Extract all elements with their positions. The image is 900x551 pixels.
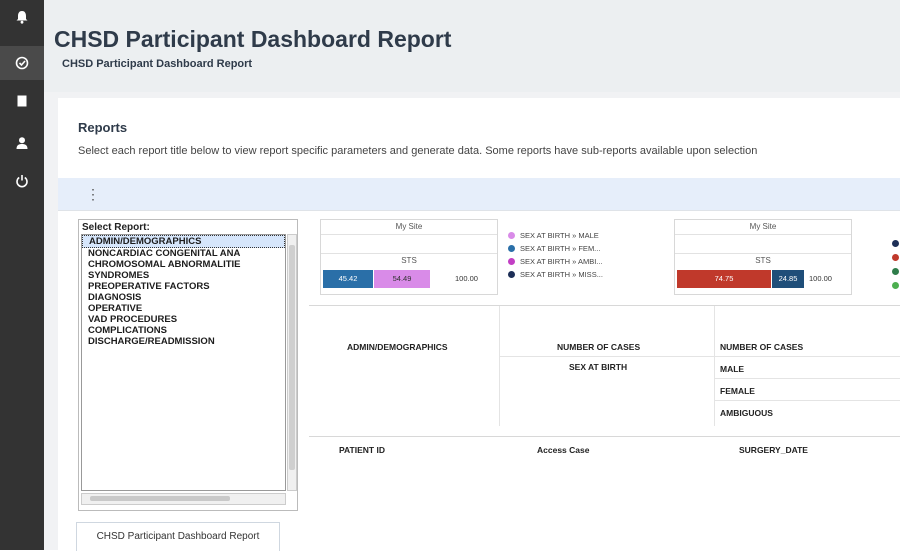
column-header[interactable]: PATIENT ID (339, 445, 385, 455)
page-subtitle: CHSD Participant Dashboard Report (62, 58, 253, 70)
table-divider (714, 378, 900, 379)
column-header[interactable]: Access Case (537, 445, 589, 455)
chart-blank-row (675, 235, 851, 254)
chart-legend: SEX AT BIRTH » MALE SEX AT BIRTH » FEM..… (508, 229, 663, 281)
legend-item: SEX AT BIRTH » FEM... (508, 242, 663, 255)
sts-label: STS (401, 256, 417, 265)
table-header: NUMBER OF CASES (720, 342, 804, 352)
sts-label: STS (755, 256, 771, 265)
legend-dot (892, 282, 899, 289)
tab-dashboard-report[interactable]: CHSD Participant Dashboard Report (76, 522, 280, 551)
column-header[interactable]: SURGERY_DATE (739, 445, 808, 455)
legend-label: SEX AT BIRTH » AMBI... (520, 257, 603, 266)
legend-dot (508, 245, 515, 252)
report-content: Select Report: ADMIN/DEMOGRAPHICS NONCAR… (58, 210, 900, 551)
legend-dot (508, 271, 515, 278)
my-site-label: My Site (675, 220, 851, 235)
table-cell: FEMALE (720, 386, 755, 396)
legend-dot (508, 232, 515, 239)
report-item[interactable]: CHROMOSOMAL ABNORMALITIE (82, 259, 285, 270)
legend-label: SEX AT BIRTH » MISS... (520, 270, 603, 279)
table-cell: MALE (720, 364, 745, 374)
report-listbox[interactable]: ADMIN/DEMOGRAPHICS NONCARDIAC CONGENITAL… (81, 234, 286, 491)
reports-description: Select each report title below to view r… (78, 145, 758, 157)
sidebar (0, 0, 44, 550)
table-cell: AMBIGUOUS (720, 408, 773, 418)
stacked-bar: 74.75 24.85 100.00 (677, 270, 832, 288)
page-header: CHSD Participant Dashboard Report CHSD P… (44, 0, 900, 92)
bar-total: 100.00 (809, 274, 832, 283)
table-divider (714, 400, 900, 401)
stacked-bar: 45.42 54.49 100.00 (323, 270, 478, 288)
scroll-thumb[interactable] (289, 245, 295, 470)
bar-segment: 74.75 (677, 270, 771, 288)
legend-item: SEX AT BIRTH » MALE (508, 229, 663, 242)
report-toolbar: ⋮ (58, 178, 900, 210)
bar-segment: 45.42 (323, 270, 373, 288)
table-header: ADMIN/DEMOGRAPHICS (347, 342, 448, 352)
report-item[interactable]: DIAGNOSIS (82, 292, 285, 303)
legend-dot (892, 254, 899, 261)
check-circle-icon[interactable] (0, 46, 44, 80)
scroll-thumb[interactable] (90, 496, 230, 501)
horizontal-scrollbar[interactable] (81, 493, 286, 505)
site-comparison-chart: My Site STS 45.42 54.49 100.00 (320, 219, 498, 295)
vertical-scrollbar[interactable] (287, 234, 297, 491)
select-report-panel: Select Report: ADMIN/DEMOGRAPHICS NONCAR… (78, 219, 298, 511)
table-subheader: SEX AT BIRTH (569, 362, 628, 372)
sts-comparison-chart: My Site STS 74.75 24.85 100.00 (674, 219, 852, 295)
patient-table-header: PATIENT ID Access Case SURGERY_DATE (309, 441, 900, 461)
table-divider (499, 356, 900, 357)
legend-item: SEX AT BIRTH » MISS... (508, 268, 663, 281)
select-report-label: Select Report: (82, 222, 150, 233)
bell-icon[interactable] (0, 0, 44, 34)
report-item[interactable]: OPERATIVE (82, 303, 285, 314)
document-icon[interactable] (0, 84, 44, 118)
bar-segment: 54.49 (374, 270, 430, 288)
report-item[interactable]: SYNDROMES (82, 270, 285, 281)
kebab-menu-icon[interactable]: ⋮ (86, 186, 100, 202)
report-item[interactable]: NONCARDIAC CONGENITAL ANA (82, 248, 285, 259)
report-item[interactable]: ADMIN/DEMOGRAPHICS (82, 235, 285, 248)
reports-title: Reports (78, 120, 128, 135)
report-item[interactable]: PREOPERATIVE FACTORS (82, 281, 285, 292)
legend-label: SEX AT BIRTH » MALE (520, 231, 599, 240)
table-header: NUMBER OF CASES (557, 342, 641, 352)
my-site-label: My Site (321, 220, 497, 235)
legend-label: SEX AT BIRTH » FEM... (520, 244, 601, 253)
legend-dot (508, 258, 515, 265)
report-item[interactable]: DISCHARGE/READMISSION (82, 336, 285, 347)
reports-card: Reports Select each report title below t… (58, 98, 900, 551)
main-area: CHSD Participant Dashboard Report CHSD P… (44, 0, 900, 551)
report-item[interactable]: VAD PROCEDURES (82, 314, 285, 325)
summary-table: ADMIN/DEMOGRAPHICS NUMBER OF CASES SEX A… (309, 305, 900, 437)
user-icon[interactable] (0, 126, 44, 160)
table-divider (499, 306, 500, 426)
chart-blank-row (321, 235, 497, 254)
legend-dot (892, 240, 899, 247)
report-item[interactable]: COMPLICATIONS (82, 325, 285, 336)
page-title: CHSD Participant Dashboard Report (54, 26, 452, 52)
bar-total: 100.00 (455, 274, 478, 283)
power-icon[interactable] (0, 164, 44, 198)
bar-segment: 24.85 (772, 270, 804, 288)
table-divider (714, 306, 715, 426)
legend-dot (892, 268, 899, 275)
legend-item: SEX AT BIRTH » AMBI... (508, 255, 663, 268)
